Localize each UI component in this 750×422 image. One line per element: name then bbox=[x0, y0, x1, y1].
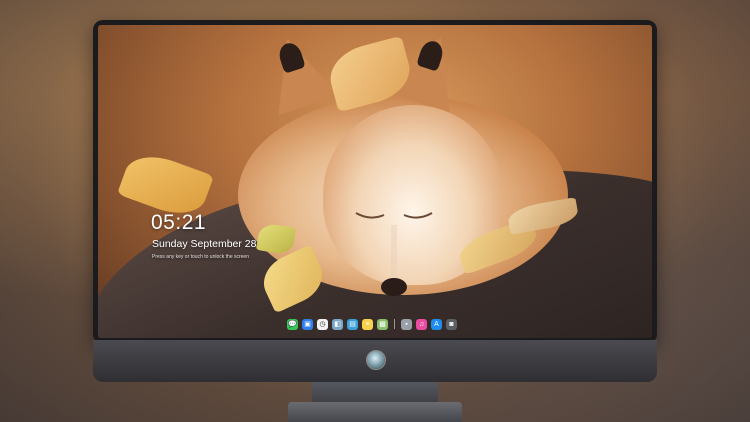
photos-icon[interactable]: ▩ bbox=[377, 318, 388, 330]
lock-date: Sunday September 28 bbox=[152, 238, 257, 250]
music-icon[interactable]: ♫ bbox=[416, 318, 427, 330]
clapper-icon[interactable]: ▤ bbox=[347, 318, 358, 330]
brand-logo-icon bbox=[366, 350, 386, 370]
lock-screen[interactable]: 05:21 Sunday September 28 Press any key … bbox=[98, 25, 652, 338]
messages-icon[interactable]: 💬 bbox=[287, 318, 298, 330]
notes-icon[interactable]: ≡ bbox=[362, 318, 373, 330]
unlock-hint: Press any key or touch to unlock the scr… bbox=[152, 254, 249, 260]
monitor-stand-base bbox=[288, 402, 462, 422]
preview-icon[interactable]: ◧ bbox=[332, 318, 343, 330]
dock: 💬 ▣ ◷ ◧ ▤ ≡ ▩ ▪ ♫ A ◙ bbox=[287, 316, 457, 332]
dock-separator bbox=[394, 319, 395, 329]
app-store-icon[interactable]: A bbox=[431, 318, 442, 330]
finder-icon[interactable]: ▣ bbox=[302, 318, 313, 330]
lock-clock: 05:21 bbox=[151, 211, 207, 234]
camera-icon[interactable]: ◙ bbox=[446, 318, 457, 330]
clock-icon[interactable]: ◷ bbox=[317, 318, 328, 330]
folder-icon[interactable]: ▪ bbox=[401, 318, 412, 330]
